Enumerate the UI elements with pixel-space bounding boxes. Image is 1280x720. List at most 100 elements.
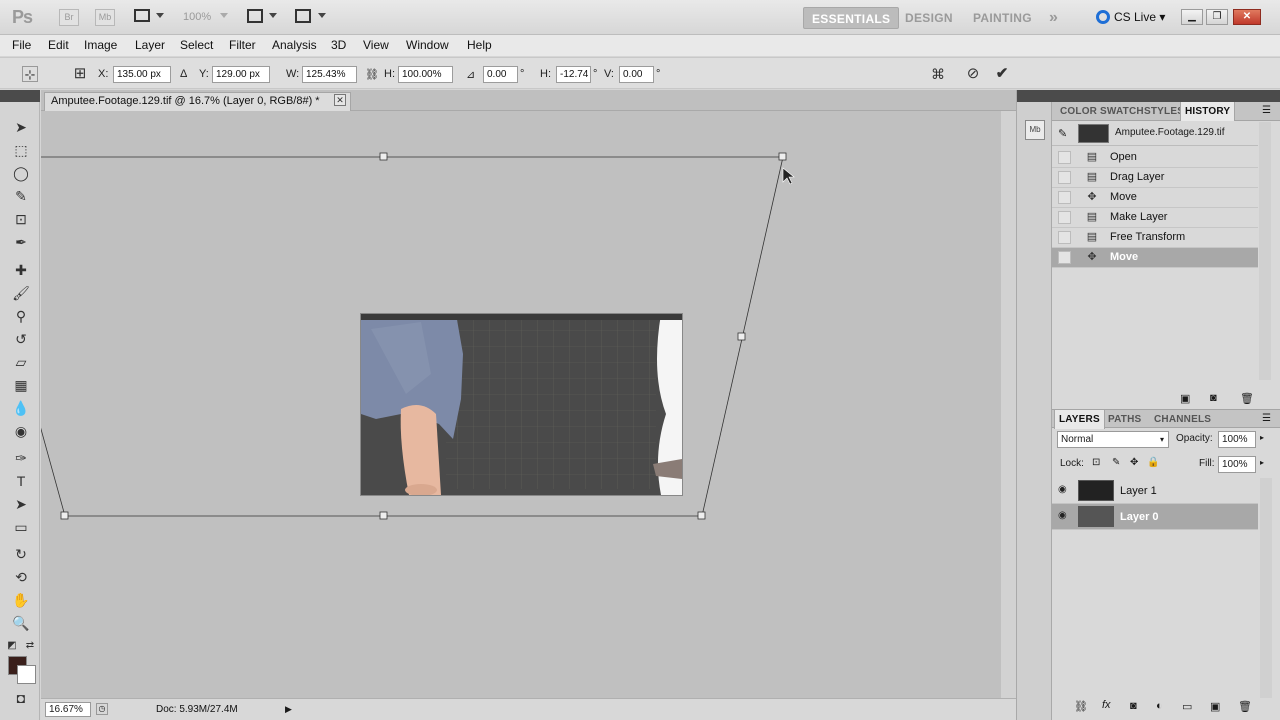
transform-handle[interactable] — [379, 152, 388, 161]
history-state[interactable]: ▤ Make Layer — [1052, 208, 1258, 228]
view-extras-icon[interactable] — [134, 9, 150, 22]
height-scale-field[interactable]: 100.00% — [398, 66, 453, 83]
transform-tool-preset-icon[interactable]: ⊹ — [22, 66, 38, 82]
cancel-transform-icon[interactable]: ⊘ — [965, 66, 981, 82]
history-brush-tool-icon[interactable]: ↺ — [11, 329, 31, 349]
history-source-checkbox[interactable] — [1058, 151, 1071, 164]
3d-orbit-tool-icon[interactable]: ⟲ — [11, 567, 31, 587]
layers-scrollbar[interactable] — [1260, 478, 1272, 698]
default-colors-icon[interactable]: ◩ — [6, 636, 18, 656]
healing-brush-tool-icon[interactable]: ✚ — [11, 260, 31, 280]
camera-icon[interactable]: ◙ — [1210, 392, 1217, 404]
more-workspaces-button[interactable]: » — [1041, 7, 1066, 29]
marquee-tool-icon[interactable]: ⬚ — [11, 140, 31, 160]
opacity-slider-arrow-icon[interactable]: ▸ — [1260, 433, 1264, 442]
zoom-level-dropdown[interactable]: 100% — [183, 11, 211, 23]
menu-3d[interactable]: 3D — [331, 38, 346, 52]
background-color-swatch[interactable] — [17, 665, 36, 684]
transform-handle[interactable] — [60, 511, 69, 520]
status-menu-arrow-icon[interactable]: ▶ — [285, 704, 292, 715]
screen-mode-icon[interactable] — [295, 9, 311, 23]
mini-bridge-button[interactable]: Mb — [95, 9, 115, 26]
pen-tool-icon[interactable]: ✑ — [11, 448, 31, 468]
link-layers-icon[interactable]: ⛓ — [1074, 700, 1088, 713]
history-state-current[interactable]: ✥ Move — [1052, 248, 1258, 268]
lasso-tool-icon[interactable]: ◯ — [11, 163, 31, 183]
delta-icon[interactable]: Δ — [180, 68, 187, 80]
transform-handle[interactable] — [778, 152, 787, 161]
opacity-field[interactable]: 100% — [1218, 431, 1256, 448]
new-layer-icon[interactable]: ▣ — [1210, 700, 1220, 713]
reference-point-icon[interactable]: ⊞ — [72, 66, 88, 82]
layer-row[interactable]: ◉ Layer 1 — [1052, 478, 1258, 504]
new-group-icon[interactable]: ▭ — [1182, 700, 1192, 713]
crop-tool-icon[interactable]: ⊡ — [11, 209, 31, 229]
adjustment-layer-icon[interactable]: ◐ — [1156, 700, 1163, 712]
fill-slider-arrow-icon[interactable]: ▸ — [1260, 458, 1264, 467]
history-scrollbar[interactable] — [1259, 122, 1271, 380]
history-brush-source-icon[interactable]: ✎ — [1058, 127, 1067, 140]
eraser-tool-icon[interactable]: ▱ — [11, 352, 31, 372]
tools-panel-handle[interactable] — [0, 90, 40, 102]
tab-channels[interactable]: CHANNELS — [1150, 410, 1215, 429]
swap-colors-icon[interactable]: ⇄ — [24, 636, 36, 656]
history-snapshot[interactable]: ✎ Amputee.Footage.129.tif — [1052, 122, 1258, 146]
skew-horizontal-field[interactable]: -12.74 — [556, 66, 591, 83]
skew-vertical-field[interactable]: 0.00 — [619, 66, 654, 83]
tab-color[interactable]: COLOR — [1056, 102, 1101, 121]
chevron-down-icon[interactable] — [269, 13, 277, 18]
menu-file[interactable]: File — [12, 38, 31, 52]
zoom-tool-icon[interactable]: 🔍 — [11, 613, 31, 633]
lock-transparent-icon[interactable]: ⊡ — [1092, 457, 1100, 468]
history-state[interactable]: ▤ Drag Layer — [1052, 168, 1258, 188]
3d-rotate-tool-icon[interactable]: ↻ — [11, 544, 31, 564]
close-window-button[interactable]: ✕ — [1233, 9, 1261, 25]
cs-live-menu[interactable]: CS Live ▾ — [1096, 10, 1165, 24]
transform-handle[interactable] — [379, 511, 388, 520]
quick-mask-icon[interactable]: ◘ — [11, 688, 31, 708]
trash-icon[interactable]: 🗑 — [1240, 392, 1254, 405]
move-tool-icon[interactable]: ➤ — [11, 117, 31, 137]
blend-mode-select[interactable]: Normal ▾ — [1057, 431, 1169, 448]
path-selection-tool-icon[interactable]: ➤ — [11, 494, 31, 514]
workspace-essentials-button[interactable]: ESSENTIALS — [803, 7, 900, 29]
history-state[interactable]: ▤ Open — [1052, 148, 1258, 168]
arrange-documents-icon[interactable] — [247, 9, 263, 23]
link-icon[interactable]: ⛓ — [365, 68, 379, 81]
panel-menu-icon[interactable]: ☰ — [1262, 413, 1271, 424]
dodge-tool-icon[interactable]: ◉ — [11, 421, 31, 441]
x-position-field[interactable]: 135.00 px — [113, 66, 171, 83]
dock-handle[interactable] — [1017, 90, 1053, 102]
vertical-scrollbar[interactable] — [1001, 111, 1016, 698]
menu-image[interactable]: Image — [84, 38, 117, 52]
eye-icon[interactable]: ◉ — [1058, 484, 1070, 496]
menu-view[interactable]: View — [363, 38, 389, 52]
layer-mask-icon[interactable]: ◙ — [1130, 700, 1137, 712]
hand-tool-icon[interactable]: ✋ — [11, 590, 31, 610]
mini-bridge-panel-icon[interactable]: Mb — [1025, 120, 1045, 140]
tab-paths[interactable]: PATHS — [1104, 410, 1145, 429]
tab-layers[interactable]: LAYERS — [1054, 410, 1105, 429]
panel-menu-icon[interactable]: ☰ — [1262, 105, 1271, 116]
workspace-design-button[interactable]: DESIGN — [897, 7, 961, 29]
fill-field[interactable]: 100% — [1218, 456, 1256, 473]
chevron-down-icon[interactable] — [156, 13, 164, 18]
gradient-tool-icon[interactable]: ▦ — [11, 375, 31, 395]
history-source-checkbox[interactable] — [1058, 171, 1071, 184]
menu-filter[interactable]: Filter — [229, 38, 256, 52]
status-info-icon[interactable]: ◷ — [96, 703, 108, 715]
panels-handle[interactable] — [1052, 90, 1280, 102]
chevron-down-icon[interactable] — [220, 13, 228, 18]
bridge-button[interactable]: Br — [59, 9, 79, 26]
workspace-painting-button[interactable]: PAINTING — [965, 7, 1040, 29]
menu-layer[interactable]: Layer — [135, 38, 165, 52]
trash-icon[interactable]: 🗑 — [1238, 700, 1252, 713]
y-position-field[interactable]: 129.00 px — [212, 66, 270, 83]
menu-window[interactable]: Window — [406, 38, 449, 52]
lock-all-icon[interactable]: 🔒 — [1147, 457, 1159, 468]
eye-icon[interactable]: ◉ — [1058, 510, 1070, 522]
minimize-button[interactable]: ▁ — [1181, 9, 1203, 25]
type-tool-icon[interactable]: T — [11, 471, 31, 491]
document-canvas[interactable] — [41, 111, 1001, 698]
history-source-checkbox[interactable] — [1058, 231, 1071, 244]
